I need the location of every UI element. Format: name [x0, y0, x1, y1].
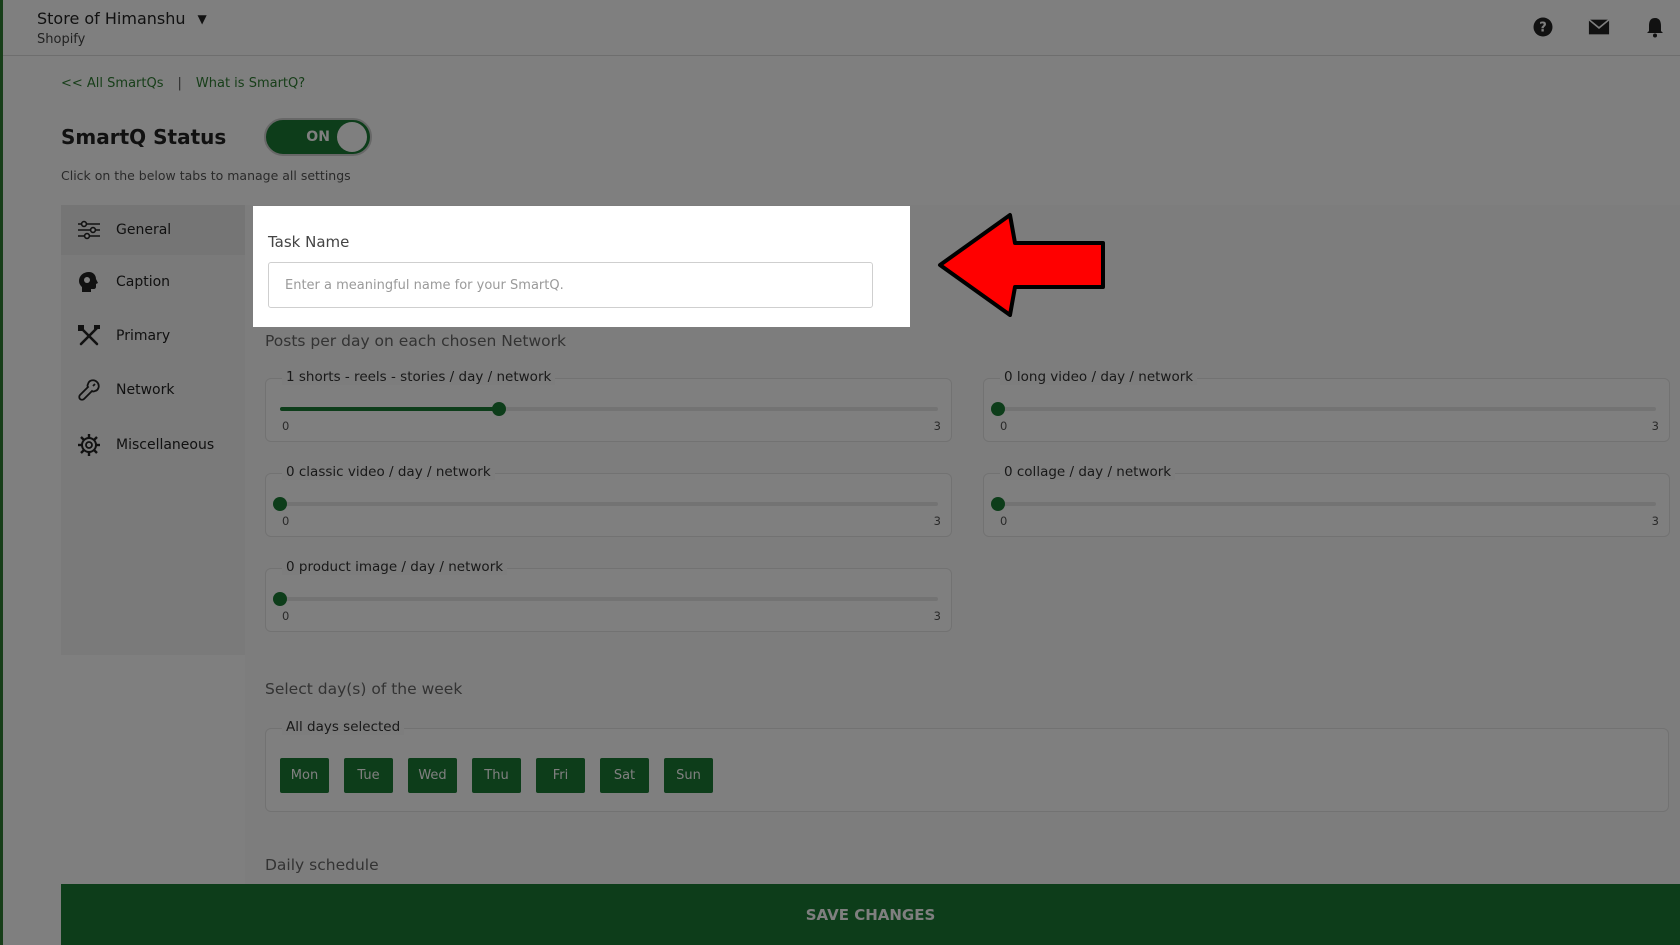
settings-hint: Click on the below tabs to manage all se…	[61, 168, 351, 183]
slider-product-image: 0 product image / day / network 0 3	[265, 559, 952, 632]
task-name-highlight: Task Name	[253, 206, 910, 327]
slider-thumb[interactable]	[492, 402, 507, 416]
head-icon	[76, 269, 102, 295]
sidebar-item-primary[interactable]: Primary	[61, 311, 245, 361]
status-row: SmartQ Status ON	[61, 118, 373, 156]
slider-label: 0 classic video / day / network	[282, 464, 495, 480]
caret-down-icon: ▼	[197, 11, 207, 26]
schedule-section-title: Daily schedule	[265, 856, 379, 874]
slider-thumb[interactable]	[273, 592, 287, 606]
sidebar-item-label: Primary	[116, 328, 171, 344]
day-button-mon[interactable]: Mon	[280, 758, 329, 793]
slider-track[interactable]	[991, 402, 1656, 416]
slider-max: 3	[1651, 514, 1659, 528]
bell-icon[interactable]	[1644, 16, 1666, 38]
store-name: Store of Himanshu	[37, 9, 186, 28]
tools-icon	[76, 323, 102, 349]
task-name-input[interactable]	[268, 262, 873, 308]
slider-max: 3	[1651, 419, 1659, 433]
sidebar-item-label: General	[116, 222, 172, 238]
slider-track[interactable]	[273, 592, 938, 606]
slider-label: 0 long video / day / network	[1000, 369, 1198, 385]
sidebar-item-miscellaneous[interactable]: Miscellaneous	[61, 420, 245, 470]
slider-min: 0	[282, 609, 290, 623]
wrench-icon	[76, 377, 102, 403]
left-accent-bar	[0, 0, 3, 945]
slider-min: 0	[282, 419, 290, 433]
slider-thumb[interactable]	[273, 497, 287, 511]
slider-min: 0	[1000, 514, 1008, 528]
slider-label: 1 shorts - reels - stories / day / netwo…	[282, 369, 556, 385]
slider-classic-video: 0 classic video / day / network 0 3	[265, 464, 952, 537]
slider-collage: 0 collage / day / network 0 3	[983, 464, 1670, 537]
settings-sidebar: General Caption Primary Network Miscella…	[61, 205, 245, 655]
day-button-thu[interactable]: Thu	[472, 758, 521, 793]
what-is-smartq-link[interactable]: What is SmartQ?	[196, 76, 305, 91]
pointer-arrow-icon	[938, 213, 1105, 317]
slider-fill	[280, 407, 500, 411]
slider-thumb[interactable]	[991, 402, 1005, 416]
slider-label: 0 collage / day / network	[1000, 464, 1176, 480]
sidebar-item-label: Miscellaneous	[116, 437, 215, 453]
save-changes-button[interactable]: SAVE CHANGES	[61, 884, 1680, 945]
breadcrumb-separator: |	[177, 76, 182, 91]
slider-label: 0 product image / day / network	[282, 559, 508, 575]
help-icon[interactable]: ?	[1532, 16, 1554, 38]
status-toggle[interactable]: ON	[264, 118, 373, 156]
day-button-tue[interactable]: Tue	[344, 758, 393, 793]
day-button-fri[interactable]: Fri	[536, 758, 585, 793]
posts-section-title: Posts per day on each chosen Network	[265, 332, 566, 350]
task-name-label: Task Name	[268, 233, 350, 251]
sidebar-item-label: Network	[116, 382, 175, 398]
sidebar-item-label: Caption	[116, 274, 171, 290]
slider-track[interactable]	[280, 402, 938, 416]
slider-max: 3	[933, 419, 941, 433]
top-bar: Store of Himanshu ▼ Shopify ?	[3, 0, 1680, 56]
sidebar-item-network[interactable]: Network	[61, 365, 245, 415]
days-section-title: Select day(s) of the week	[265, 680, 463, 698]
slider-max: 3	[933, 609, 941, 623]
breadcrumb: << All SmartQs | What is SmartQ?	[61, 76, 305, 91]
days-selector: All days selected Mon Tue Wed Thu Fri Sa…	[265, 719, 1669, 812]
days-legend: All days selected	[282, 719, 405, 735]
sidebar-item-general[interactable]: General	[61, 205, 245, 255]
all-smartqs-link[interactable]: << All SmartQs	[61, 76, 164, 91]
cog-icon	[76, 432, 102, 458]
slider-track[interactable]	[273, 497, 938, 511]
day-button-sat[interactable]: Sat	[600, 758, 649, 793]
toggle-knob	[337, 122, 368, 152]
slider-min: 0	[282, 514, 290, 528]
status-title: SmartQ Status	[61, 125, 227, 149]
mail-icon[interactable]	[1588, 16, 1610, 38]
day-button-sun[interactable]: Sun	[664, 758, 713, 793]
store-platform: Shopify	[37, 32, 86, 47]
top-icons: ?	[1532, 16, 1666, 38]
slider-shorts: 1 shorts - reels - stories / day / netwo…	[265, 369, 952, 442]
svg-text:?: ?	[1539, 21, 1547, 36]
slider-thumb[interactable]	[991, 497, 1005, 511]
sliders-icon	[76, 217, 102, 243]
sidebar-item-caption[interactable]: Caption	[61, 257, 245, 307]
task-name-card: Task Name	[253, 206, 910, 327]
slider-min: 0	[1000, 419, 1008, 433]
app-window: Store of Himanshu ▼ Shopify ? << All Sma…	[0, 0, 1680, 945]
day-button-wed[interactable]: Wed	[408, 758, 457, 793]
toggle-label: ON	[306, 129, 330, 145]
slider-long-video: 0 long video / day / network 0 3	[983, 369, 1670, 442]
store-selector[interactable]: Store of Himanshu ▼	[37, 9, 207, 28]
slider-track[interactable]	[991, 497, 1656, 511]
slider-max: 3	[933, 514, 941, 528]
